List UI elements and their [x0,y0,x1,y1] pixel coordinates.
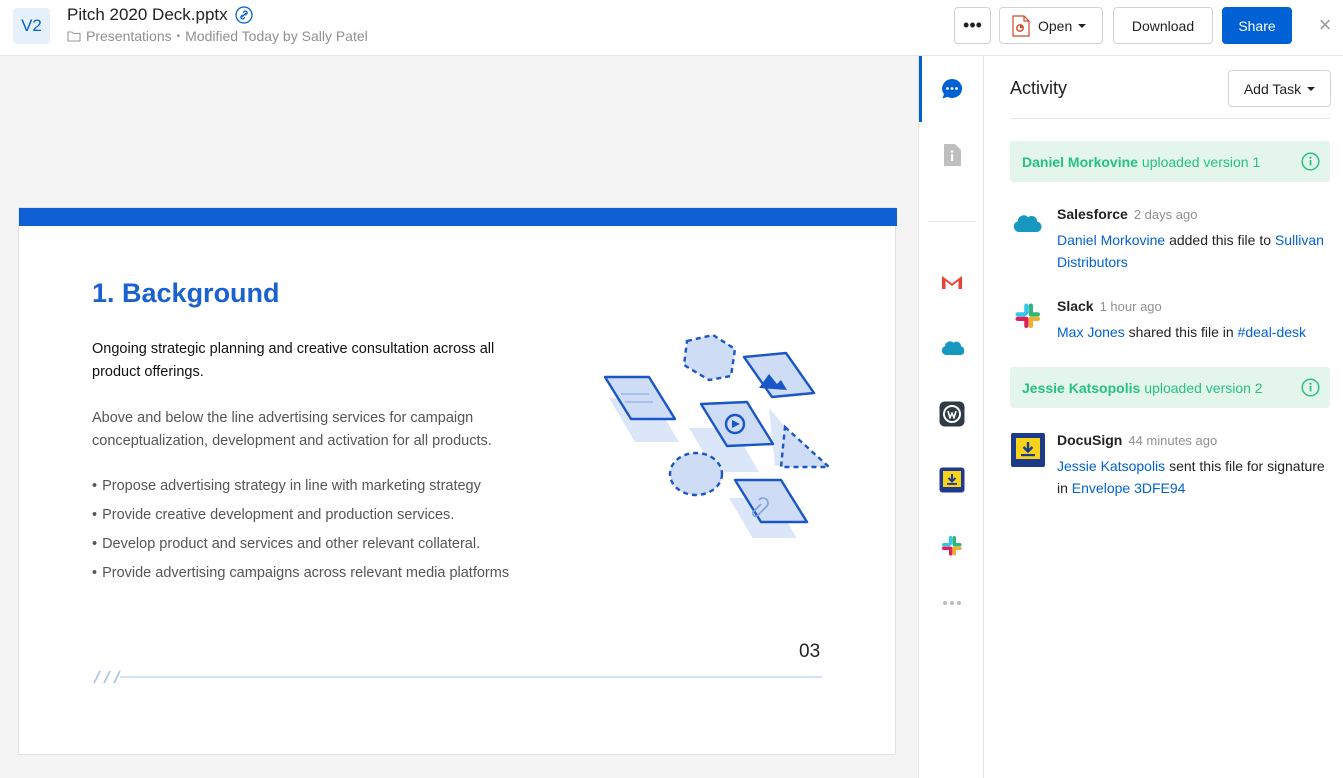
file-title: Pitch 2020 Deck.pptx [67,5,253,25]
chat-icon [941,78,962,99]
file-name: Pitch 2020 Deck.pptx [67,5,228,24]
sidebar-item-activity[interactable] [919,69,984,109]
version-info-icon[interactable] [1301,378,1320,397]
slide-top-bar [19,208,897,226]
close-icon[interactable]: × [1314,14,1336,36]
slide-heading: 1. Background [92,278,280,308]
activity-text: Jessie Katsopolis sent this file for sig… [1057,455,1332,499]
activity-app-name: Salesforce 2 days ago [1057,206,1197,222]
shared-link-icon[interactable] [235,6,253,24]
salesforce-icon [941,341,964,356]
activity-verb: shared this file in [1128,324,1234,340]
user-link[interactable]: Max Jones [1057,324,1125,340]
activity-timestamp: 44 minutes ago [1128,433,1218,448]
version-uploader[interactable]: Daniel Morkovine [1022,154,1138,170]
activity-verb: added this file to [1169,232,1272,248]
version-action: uploaded version 2 [1144,379,1263,396]
download-button[interactable]: Download [1113,7,1213,44]
sidebar-item-workplace[interactable] [919,394,984,434]
channel-link[interactable]: #deal-desk [1238,324,1307,340]
sidebar-item-gmail[interactable] [919,262,984,302]
slide-bullet-list: Propose advertising strategy in line wit… [92,475,509,591]
version-note: Daniel Morkovine uploaded version 1 [1010,141,1330,182]
version-uploader[interactable]: Jessie Katsopolis [1022,380,1140,396]
chevron-down-icon [1078,23,1087,28]
docusign-icon [939,467,964,493]
activity-title: Activity [1010,78,1068,98]
sidebar-item-slack[interactable] [919,526,984,566]
app-name: DocuSign [1057,432,1123,448]
slide-page-number: 03 [799,641,821,662]
gmail-icon [941,276,962,289]
folder-name[interactable]: Presentations [86,28,172,44]
docusign-icon [1011,433,1045,467]
share-button[interactable]: Share [1222,7,1292,44]
activity-text: Max Jones shared this file in #deal-desk [1057,321,1332,343]
open-button[interactable]: Open [999,7,1103,44]
slack-icon [1015,303,1040,328]
presentation-slide: 1. Background Ongoing strategic planning… [18,207,897,755]
meta-separator: • [176,30,181,42]
activity-timestamp: 2 days ago [1133,207,1198,222]
file-meta: Presentations • Modified Today by Sally … [67,28,368,44]
list-item: Propose advertising strategy in line wit… [92,475,509,504]
version-note: Jessie Katsopolis uploaded version 2 [1010,367,1330,408]
more-icon [942,601,961,605]
sidebar-item-salesforce[interactable] [919,328,984,368]
workplace-icon [939,401,964,427]
modified-info: Modified Today by Sally Patel [185,28,368,44]
user-link[interactable]: Jessie Katsopolis [1057,458,1165,474]
list-item: Provide advertising campaigns across rel… [92,562,509,591]
sidebar-item-details[interactable] [919,135,984,175]
chevron-down-icon [1307,86,1316,91]
slide-body-text: Above and below the line advertising ser… [92,410,492,449]
add-task-button[interactable]: Add Task [1228,70,1331,107]
powerpoint-file-icon [1012,14,1030,37]
list-item: Develop product and services and other r… [92,533,509,562]
open-label: Open [1038,17,1073,34]
activity-divider [1010,118,1330,119]
envelope-link[interactable]: Envelope 3DFE94 [1072,480,1186,496]
user-link[interactable]: Daniel Morkovine [1057,232,1165,248]
version-badge[interactable]: V2 [13,8,50,44]
shapes-illustration [603,333,829,538]
version-action: uploaded version 1 [1141,153,1261,170]
sidebar-divider [929,221,975,222]
sidebar-item-more[interactable] [919,583,984,623]
activity-app-name: Slack 1 hour ago [1057,298,1162,314]
activity-app-name: DocuSign 44 minutes ago [1057,432,1217,448]
app-name: Salesforce [1057,206,1128,222]
folder-icon [67,31,81,42]
add-task-label: Add Task [1243,80,1302,97]
sidebar-nav [918,56,984,778]
file-preview: 1. Background Ongoing strategic planning… [0,56,918,778]
info-icon [943,144,961,166]
slide-footer-rule [93,670,822,684]
app-name: Slack [1057,298,1094,314]
activity-panel: Activity Add Task Daniel Morkovine uploa… [985,56,1343,778]
list-item: Provide creative development and product… [92,504,509,533]
slack-icon [941,536,962,556]
preview-header: V2 Pitch 2020 Deck.pptx Presentations • … [0,0,1343,56]
more-options-button[interactable]: ••• [954,7,991,44]
slide-lead-text: Ongoing strategic planning and creative … [92,341,495,380]
version-info-icon[interactable] [1301,152,1320,171]
sidebar-item-docusign[interactable] [919,460,984,500]
salesforce-icon [1013,215,1042,233]
activity-text: Daniel Morkovine added this file to Sull… [1057,229,1332,273]
activity-timestamp: 1 hour ago [1099,299,1162,314]
